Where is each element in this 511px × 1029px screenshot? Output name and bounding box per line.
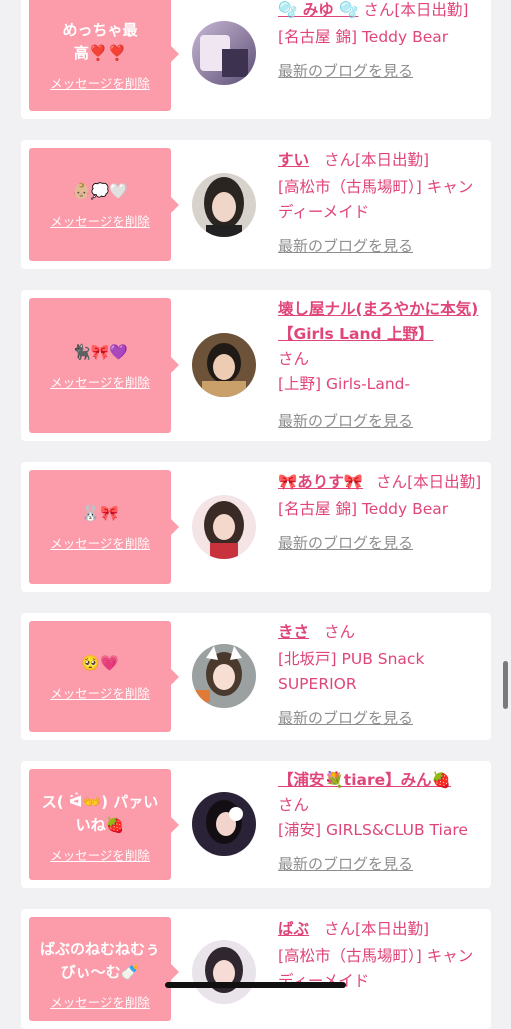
cast-name-link[interactable]: 🎀ありす🎀 <box>278 473 363 491</box>
cast-info: すい さん[本日出勤] [高松市（古馬場町）] キャンディーメイド 最新のブログ… <box>278 148 483 259</box>
message-bubble: 🥺💗 メッセージを削除 <box>29 621 171 732</box>
bubble-arrow <box>170 196 179 214</box>
attendance-badge: [本日出勤] <box>394 1 469 19</box>
bubble-arrow <box>170 518 179 536</box>
cast-info: 🫧 みゆ 🫧 さん[本日出勤] [名古屋 錦] Teddy Bear 最新のブロ… <box>278 0 483 84</box>
message-bubble: めっちゃ最高❣️❣️ メッセージを削除 <box>29 0 171 111</box>
san-suffix: さん <box>363 1 395 19</box>
delete-message-link[interactable]: メッセージを削除 <box>50 683 150 702</box>
cast-info: 🎀ありす🎀 さん[本日出勤] [名古屋 錦] Teddy Bear 最新のブログ… <box>278 470 483 556</box>
list-item: ス( ᐛ👐) パァいいね🍓 メッセージを削除 【浦安💐tiare】みん🍓 さん … <box>21 761 491 888</box>
delete-message-link[interactable]: メッセージを削除 <box>50 992 150 1011</box>
message-text: 🐰🎀 <box>81 504 119 522</box>
san-suffix: さん <box>376 473 408 491</box>
message-text: 🐈‍⬛🎀💜 <box>71 342 129 361</box>
cast-name-link[interactable]: 壊し屋ナル(まろやかに本気)【Girls Land 上野】 <box>278 300 478 343</box>
avatar[interactable] <box>192 21 256 85</box>
list-item: ばぶのねむねむぅびぃ〜む🍼 メッセージを削除 ばぶ さん[本日出勤] [高松市（… <box>21 909 491 1029</box>
avatar[interactable] <box>192 333 256 397</box>
message-text: めっちゃ最高❣️❣️ <box>62 21 138 62</box>
latest-blog-link[interactable]: 最新のブログを見る <box>278 59 483 84</box>
list-item: 🥺💗 メッセージを削除 きさ さん [北坂戸] PUB Snack SUPERI… <box>21 613 491 740</box>
shop-name: [北坂戸] PUB Snack SUPERIOR <box>278 650 425 693</box>
avatar[interactable] <box>192 940 256 1004</box>
bubble-arrow <box>170 816 179 834</box>
cast-name-link[interactable]: 🫧 みゆ 🫧 <box>278 1 358 19</box>
vertical-scrollbar[interactable] <box>503 661 508 709</box>
avatar[interactable] <box>192 644 256 708</box>
cast-info: きさ さん [北坂戸] PUB Snack SUPERIOR 最新のブログを見る <box>278 620 483 731</box>
delete-message-link[interactable]: メッセージを削除 <box>50 211 150 230</box>
message-text: 🥺💗 <box>81 653 119 672</box>
cast-name-link[interactable]: きさ <box>278 623 309 641</box>
shop-name: [高松市（古馬場町）] キャンディーメイド <box>278 178 474 221</box>
bubble-arrow <box>170 356 179 374</box>
san-suffix: さん <box>323 623 355 641</box>
latest-blog-link[interactable]: 最新のブログを見る <box>278 852 483 877</box>
san-suffix: さん <box>278 796 310 814</box>
cast-info: 壊し屋ナル(まろやかに本気)【Girls Land 上野】 さん [上野] Gi… <box>278 297 483 434</box>
message-text: ばぶのねむねむぅびぃ〜む🍼 <box>39 939 160 981</box>
list-item: 👶🏼💭🤍 メッセージを削除 すい さん[本日出勤] [高松市（古馬場町）] キャ… <box>21 140 491 269</box>
message-text: 👶🏼💭🤍 <box>71 181 129 200</box>
cast-name-link[interactable]: ばぶ <box>278 920 309 938</box>
avatar[interactable] <box>192 792 256 856</box>
delete-message-link[interactable]: メッセージを削除 <box>50 73 150 92</box>
bubble-arrow <box>170 963 179 981</box>
delete-message-link[interactable]: メッセージを削除 <box>50 372 150 391</box>
shop-name: [浦安] GIRLS&CLUB Tiare <box>278 821 468 839</box>
message-bubble: 🐰🎀 メッセージを削除 <box>29 470 171 584</box>
bubble-arrow <box>170 45 179 63</box>
attendance-badge: [本日出勤] <box>354 920 430 938</box>
avatar[interactable] <box>192 495 256 559</box>
message-bubble: 🐈‍⬛🎀💜 メッセージを削除 <box>29 298 171 433</box>
latest-blog-link[interactable]: 最新のブログを見る <box>278 234 483 259</box>
home-indicator[interactable] <box>165 982 346 988</box>
message-bubble: 👶🏼💭🤍 メッセージを削除 <box>29 148 171 261</box>
shop-name: [名古屋 錦] Teddy Bear <box>278 500 449 518</box>
message-bubble: ス( ᐛ👐) パァいいね🍓 メッセージを削除 <box>29 769 171 880</box>
san-suffix: さん <box>323 151 355 169</box>
shop-name: [上野] Girls-Land- <box>278 375 411 393</box>
latest-blog-link[interactable]: 最新のブログを見る <box>278 531 483 556</box>
message-text: ス( ᐛ👐) パァいいね🍓 <box>41 793 159 834</box>
shop-name: [名古屋 錦] Teddy Bear <box>278 28 449 46</box>
cast-name-link[interactable]: 【浦安💐tiare】みん🍓 <box>278 771 451 789</box>
latest-blog-link[interactable]: 最新のブログを見る <box>278 706 483 731</box>
san-suffix: さん <box>323 920 355 938</box>
message-bubble: ばぶのねむねむぅびぃ〜む🍼 メッセージを削除 <box>29 917 171 1021</box>
list-item: 🐈‍⬛🎀💜 メッセージを削除 壊し屋ナル(まろやかに本気)【Girls Land… <box>21 290 491 441</box>
san-suffix: さん <box>278 350 310 368</box>
attendance-badge: [本日出勤] <box>407 473 482 491</box>
delete-message-link[interactable]: メッセージを削除 <box>50 845 150 864</box>
list-item: めっちゃ最高❣️❣️ メッセージを削除 🫧 みゆ 🫧 さん[本日出勤] [名古屋… <box>21 0 491 119</box>
cast-name-link[interactable]: すい <box>278 151 309 169</box>
delete-message-link[interactable]: メッセージを削除 <box>50 533 150 552</box>
list-item: 🐰🎀 メッセージを削除 🎀ありす🎀 さん[本日出勤] [名古屋 錦] Teddy… <box>21 462 491 592</box>
bubble-arrow <box>170 668 179 686</box>
cast-info: 【浦安💐tiare】みん🍓 さん [浦安] GIRLS&CLUB Tiare 最… <box>278 768 483 877</box>
attendance-badge: [本日出勤] <box>354 151 430 169</box>
avatar[interactable] <box>192 173 256 237</box>
latest-blog-link[interactable]: 最新のブログを見る <box>278 409 483 434</box>
